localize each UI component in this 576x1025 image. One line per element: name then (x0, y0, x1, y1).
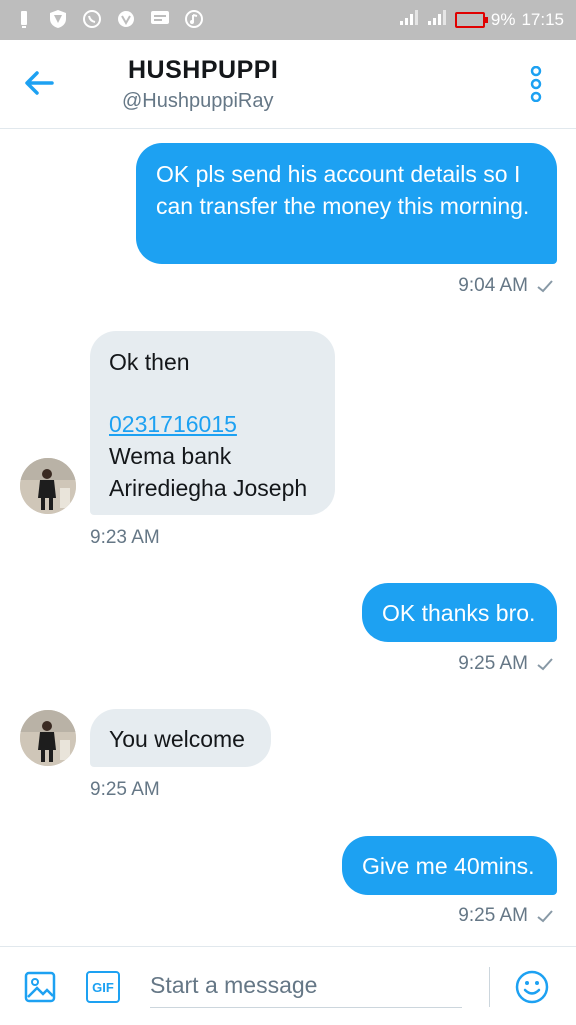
message-icon (150, 9, 170, 29)
signal-icon-2 (427, 8, 449, 31)
shield-icon (48, 9, 68, 29)
signal-icon (399, 8, 421, 31)
message-composer: GIF (0, 946, 576, 1025)
status-bar: 9% 17:15 (0, 0, 576, 40)
message-text: Ok then (109, 349, 190, 375)
image-icon[interactable] (24, 971, 56, 1003)
message-bubble-received[interactable]: You welcome (90, 709, 271, 767)
message-timestamp: 9:04 AM (458, 275, 554, 299)
message-input[interactable] (150, 963, 462, 1008)
sent-check-icon (536, 907, 554, 929)
clock: 17:15 (521, 9, 564, 29)
sent-check-icon (536, 277, 554, 299)
account-name: Arirediegha Joseph (109, 475, 308, 501)
message-bubble-received[interactable]: Ok then 0231716015 Wema bank Arirediegha… (90, 331, 335, 515)
emoji-icon[interactable] (514, 969, 550, 1005)
message-text: Give me 40mins. (362, 853, 535, 879)
message-text: You welcome (109, 726, 245, 752)
message-bubble-sent[interactable]: Give me 40mins. (342, 836, 557, 895)
message-bubble-sent[interactable]: OK thanks bro. (362, 583, 557, 642)
avatar[interactable] (20, 458, 76, 514)
divider (489, 967, 490, 1007)
message-timestamp: 9:23 AM (90, 527, 160, 548)
whatsapp-icon (82, 9, 102, 29)
back-arrow-icon[interactable] (22, 66, 56, 100)
account-number-link[interactable]: 0231716015 (109, 408, 316, 440)
avatar[interactable] (20, 710, 76, 766)
message-timestamp: 9:25 AM (458, 653, 554, 677)
message-bubble-sent[interactable]: OK pls send his account details so I can… (136, 143, 557, 264)
message-text: OK pls send his account details so I can… (156, 161, 530, 219)
battery-level: 9% (490, 9, 516, 29)
contact-handle[interactable]: @HushpuppiRay (122, 90, 274, 113)
more-options-icon[interactable] (528, 65, 544, 103)
message-timestamp: 9:25 AM (90, 779, 160, 800)
message-text: OK thanks bro. (382, 600, 536, 626)
contact-name[interactable]: HUSHPUPPI (128, 56, 278, 85)
music-icon (184, 9, 204, 29)
notification-icon (14, 9, 34, 29)
gif-button[interactable]: GIF (86, 971, 120, 1003)
bank-name: Wema bank (109, 443, 232, 469)
battery-icon (454, 11, 488, 28)
sent-check-icon (536, 655, 554, 677)
conversation-header: HUSHPUPPI @HushpuppiRay (0, 40, 576, 129)
message-timestamp: 9:25 AM (458, 905, 554, 929)
vpn-icon (116, 9, 136, 29)
